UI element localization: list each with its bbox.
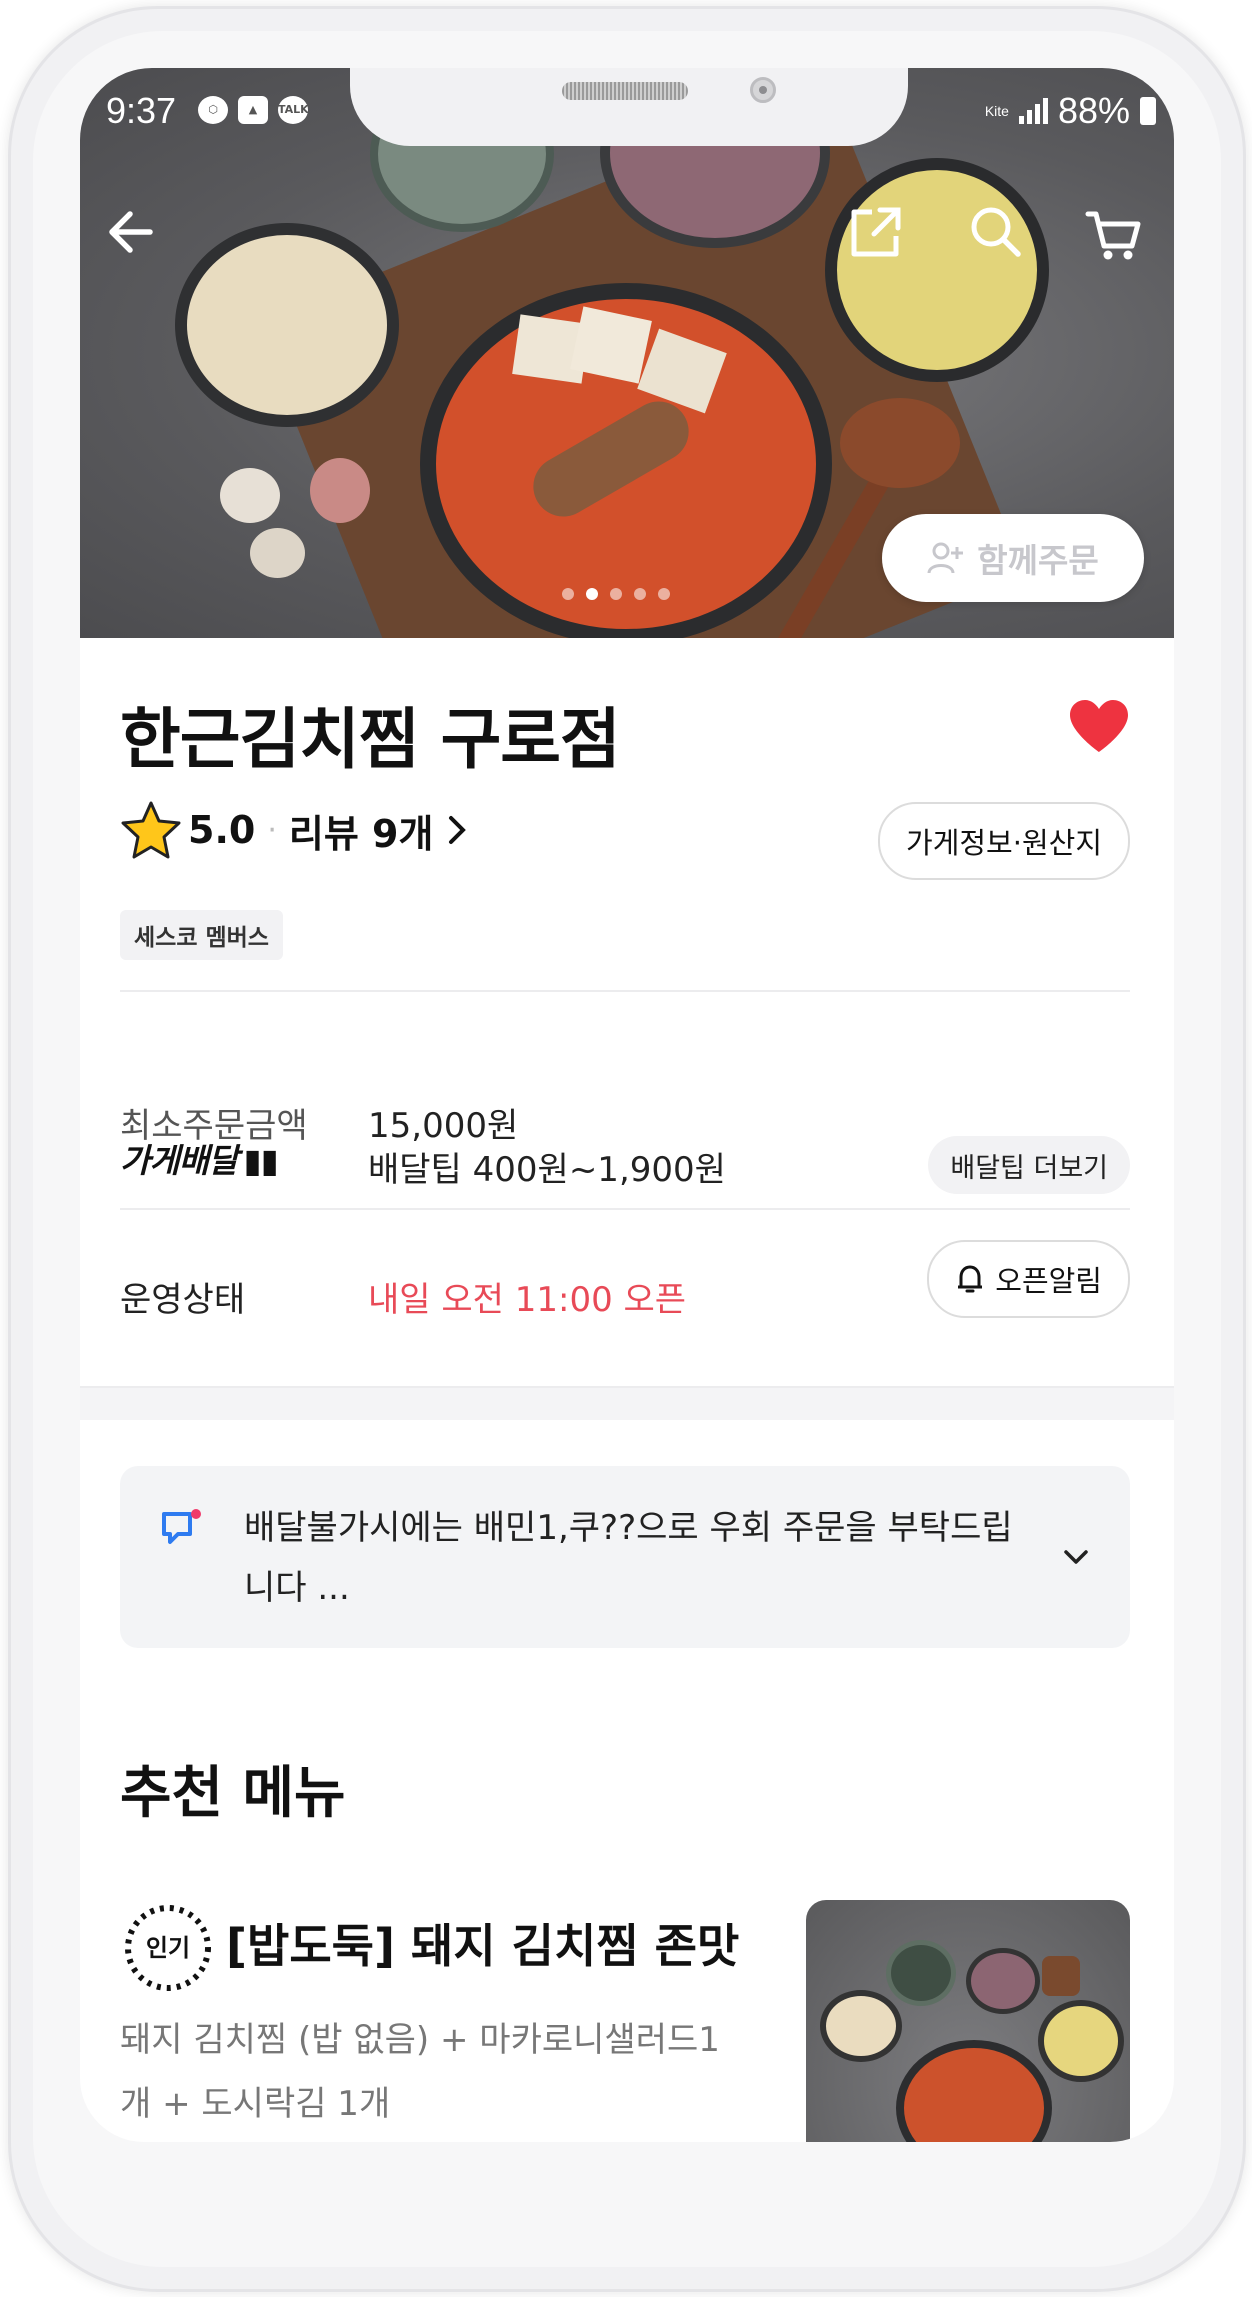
back-button[interactable] bbox=[102, 202, 162, 262]
operation-status-label: 운영상태 bbox=[120, 1280, 246, 1320]
add-person-icon bbox=[927, 542, 964, 574]
signal-icon bbox=[1018, 98, 1048, 124]
search-icon bbox=[971, 207, 1021, 257]
review-link[interactable]: 리뷰 9개 bbox=[289, 803, 434, 858]
bell-icon bbox=[958, 1265, 983, 1293]
heart-icon bbox=[1070, 700, 1128, 752]
carousel-dot[interactable] bbox=[658, 588, 670, 600]
menu-item-description: 돼지 김치찜 (밥 없음) + 마카로니샐러드1개 + 도시락김 1개 bbox=[120, 2020, 720, 2124]
carousel-dot-active[interactable] bbox=[586, 588, 598, 600]
carousel-indicator bbox=[562, 588, 670, 600]
recommended-menu-title: 추천 메뉴 bbox=[120, 1761, 346, 1826]
chevron-down-icon[interactable] bbox=[1058, 1540, 1094, 1576]
store-delivery-logo: 가게배달 ▮▮ bbox=[120, 1141, 279, 1180]
divider bbox=[120, 990, 1130, 992]
store-info-button[interactable]: 가게정보·원산지 bbox=[878, 802, 1130, 880]
battery-icon bbox=[1140, 97, 1156, 125]
search-button[interactable] bbox=[966, 202, 1026, 262]
carousel-dot[interactable] bbox=[610, 588, 622, 600]
favorite-button[interactable] bbox=[1068, 698, 1130, 758]
notice-text: 배달불가시에는 배민1,쿠??으로 우회 주문을 부탁드립니다 ... bbox=[244, 1508, 1013, 1608]
phone-screen: 9:37 ⬡ ▲ TALK Kite 88% 함께주문 한근김치찜 구로점 5.… bbox=[80, 68, 1174, 2142]
store-notice[interactable]: 배달불가시에는 배민1,쿠??으로 우회 주문을 부탁드립니다 ... bbox=[120, 1466, 1130, 1648]
status-time: 9:37 bbox=[106, 90, 177, 131]
cart-button[interactable] bbox=[1082, 202, 1142, 262]
popular-badge: 인기 bbox=[120, 1900, 216, 2000]
phone-notch bbox=[350, 68, 908, 146]
delivery-tip-value: 배달팁 400원~1,900원 bbox=[368, 1150, 726, 1190]
notice-megaphone-icon bbox=[162, 1509, 201, 1544]
chevron-right-icon bbox=[449, 816, 467, 844]
cart-icon bbox=[1085, 211, 1141, 260]
battery-percent: 88% bbox=[1057, 90, 1130, 131]
network-label: Kite bbox=[984, 103, 1009, 119]
operation-status-value: 내일 오전 11:00 오픈 bbox=[368, 1280, 687, 1320]
together-order-button[interactable]: 함께주문 bbox=[882, 514, 1144, 602]
store-name: 한근김치찜 구로점 bbox=[120, 701, 621, 778]
section-divider bbox=[80, 1386, 1174, 1420]
rating-value: 5.0 bbox=[188, 808, 256, 852]
speaker-grille bbox=[562, 82, 688, 100]
divider bbox=[120, 1208, 1130, 1210]
menu-item-name[interactable]: [밥도둑] 돼지 김치찜 존맛 bbox=[226, 1910, 739, 1976]
talk-icon: TALK bbox=[278, 96, 309, 124]
carousel-dot[interactable] bbox=[562, 588, 574, 600]
gallery-icon: ▲ bbox=[238, 96, 268, 124]
star-icon bbox=[121, 801, 181, 859]
open-alarm-button[interactable]: 오픈알림 bbox=[927, 1240, 1130, 1318]
delivery-logo-icon: ▮▮ bbox=[243, 1141, 278, 1180]
min-order-value: 15,000원 bbox=[368, 1106, 519, 1146]
rating-row: 5.0 · 리뷰 9개 bbox=[120, 800, 473, 860]
cesco-badge: 세스코 멤버스 bbox=[120, 910, 283, 960]
back-arrow-icon bbox=[109, 211, 153, 253]
shield-icon: ⬡ bbox=[198, 96, 228, 124]
share-button[interactable] bbox=[846, 202, 906, 262]
delivery-tip-more-button[interactable]: 배달팁 더보기 bbox=[928, 1136, 1130, 1194]
share-icon bbox=[851, 207, 901, 257]
menu-item-image[interactable] bbox=[806, 1900, 1130, 2142]
front-camera bbox=[750, 77, 776, 103]
carousel-dot[interactable] bbox=[634, 588, 646, 600]
